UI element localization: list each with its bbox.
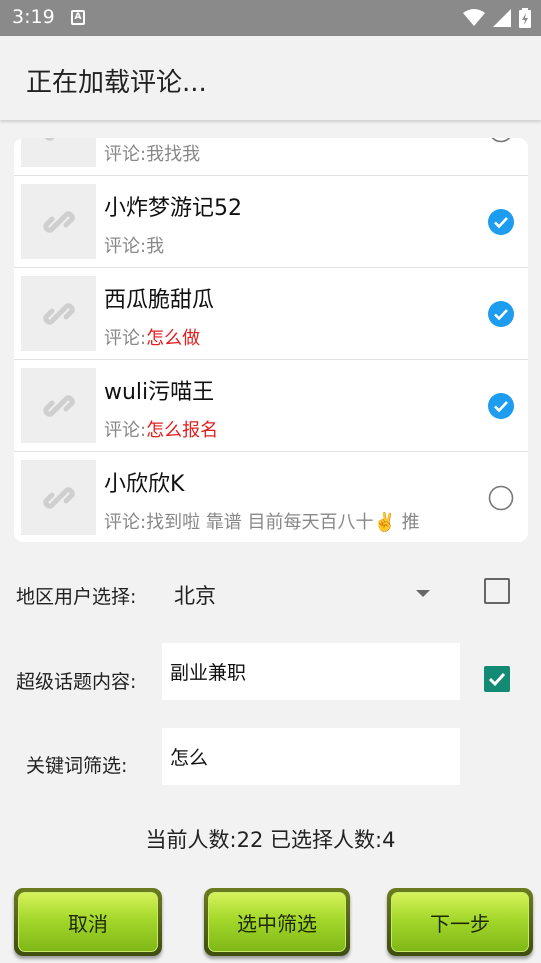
comment-text: 评论:找到啦 靠谱 目前每天百八十✌️ 推 [104,508,420,534]
next-step-button-label: 下一步 [391,892,529,952]
app-bar: 正在加载评论... [0,36,541,120]
filter-selected-button-label: 选中筛选 [208,892,346,952]
region-checkbox[interactable] [484,578,510,604]
comment-text: 评论:我 [104,232,164,258]
region-label: 地区用户选择: [16,586,137,608]
link-placeholder-icon [42,394,75,417]
comment-body: 我找我 [146,144,201,165]
cancel-button[interactable]: 取消 [14,888,162,956]
keyword-label: 关键词筛选: [26,755,128,777]
avatar [21,138,96,167]
dropdown-arrow-icon[interactable] [416,590,430,597]
comment-keyword: 怎么做 [146,328,201,349]
comment-text: 评论:我找我 [104,140,200,166]
checked-circle-icon[interactable] [488,393,514,419]
user-name: wuli污喵王 [104,380,215,405]
link-placeholder-icon [45,138,54,141]
link-placeholder-icon [42,486,75,509]
list-item-4[interactable]: 小欣欣K 评论:找到啦 靠谱 目前每天百八十✌️ 推 [14,452,528,542]
status-icons [463,8,531,28]
checked-circle-icon[interactable] [488,301,514,327]
avatar [21,184,96,259]
topic-input[interactable] [162,643,460,700]
battery-icon [519,8,531,28]
comment-prefix: 评论: [104,512,147,533]
comment-body: 找到啦 靠谱 目前每天百八十✌️ 推 [146,512,420,533]
selection-count: 当前人数:22 已选择人数:4 [145,828,396,852]
unchecked-circle-icon[interactable] [488,485,514,511]
comment-body: 我 [146,236,165,257]
comment-prefix: 评论: [104,236,147,257]
comment-text: 评论:怎么报名 [104,416,218,442]
comment-prefix: 评论: [104,144,147,165]
comment-keyword: 怎么报名 [146,420,219,441]
list-item-3[interactable]: wuli污喵王 评论:怎么报名 [14,360,528,452]
filter-selected-button[interactable]: 选中筛选 [204,888,350,956]
comment-text: 评论:怎么做 [104,324,200,350]
status-bar: 3:19 A [0,0,541,36]
topic-checkbox[interactable] [484,666,510,692]
cancel-button-label: 取消 [18,892,158,952]
comment-prefix: 评论: [104,328,147,349]
avatar [21,276,96,351]
page-title: 正在加载评论... [26,68,207,98]
user-name: 西瓜脆甜瓜 [104,288,215,313]
comment-list[interactable]: 评论:我找我 小炸梦游记52 评论:我 西瓜脆甜瓜 评论:怎么做 wuli污喵王… [14,138,528,542]
user-name: 小欣欣K [104,472,185,497]
region-select[interactable]: 北京 [174,580,216,610]
list-item-2[interactable]: 西瓜脆甜瓜 评论:怎么做 [14,268,528,360]
status-time: 3:19 [12,6,55,28]
topic-label: 超级话题内容: [16,671,137,693]
list-item-0[interactable]: 评论:我找我 [14,138,528,176]
comment-prefix: 评论: [104,420,147,441]
next-step-button[interactable]: 下一步 [387,888,533,956]
link-placeholder-icon [42,210,75,233]
checked-circle-icon[interactable] [488,209,514,235]
keyword-input[interactable] [162,728,460,785]
link-placeholder-icon [42,302,75,325]
checkmark-icon [488,672,506,687]
user-name: 小炸梦游记52 [104,196,242,221]
list-item-1[interactable]: 小炸梦游记52 评论:我 [14,176,528,268]
unchecked-circle-icon[interactable] [488,138,514,143]
notification-icon: A [71,10,85,25]
signal-icon [493,9,511,27]
wifi-icon [463,9,485,26]
avatar [21,460,96,535]
avatar [21,368,96,443]
